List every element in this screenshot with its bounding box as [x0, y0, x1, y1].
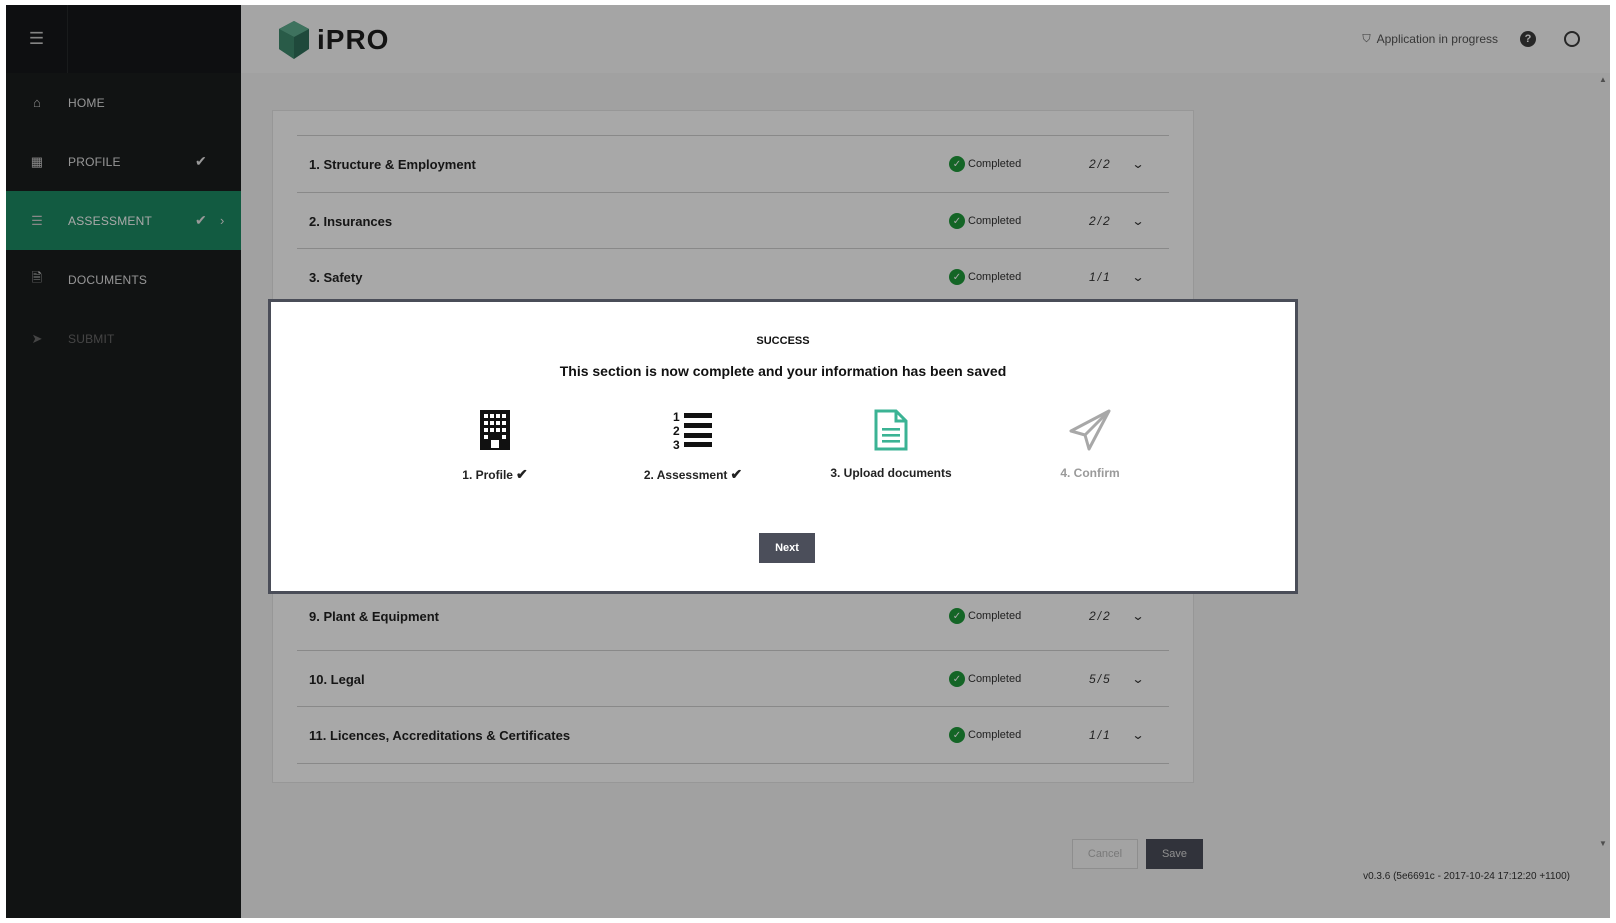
document-icon [801, 408, 981, 452]
step-label: 1. Profile ✔ [462, 466, 528, 482]
modal-title: SUCCESS [756, 335, 810, 347]
building-icon [405, 408, 585, 452]
paper-plane-icon [1000, 408, 1180, 452]
numbered-list-icon: 1 2 3 [603, 408, 783, 452]
success-modal: SUCCESS This section is now complete and… [268, 299, 1298, 594]
svg-text:2: 2 [673, 424, 680, 438]
step-label: 4. Confirm [1060, 466, 1120, 480]
modal-message: This section is now complete and your in… [559, 363, 1007, 379]
app-frame: ☰ ⌂ HOME ▦ PROFILE ✔ ☰ ASSESSMENT ✔ › 🗎 … [6, 5, 1610, 918]
step-label: 2. Assessment ✔ [643, 466, 743, 482]
check-icon: ✔ [515, 466, 528, 482]
step-label: 3. Upload documents [830, 466, 952, 480]
next-button[interactable]: Next [759, 533, 815, 563]
check-icon: ✔ [730, 466, 743, 482]
svg-text:3: 3 [673, 438, 680, 451]
step-assessment: 1 2 3 2. Assessment ✔ [603, 408, 783, 483]
svg-text:1: 1 [673, 410, 680, 424]
step-profile: 1. Profile ✔ [405, 408, 585, 483]
step-confirm: 4. Confirm [1000, 408, 1180, 480]
step-upload-documents: 3. Upload documents [801, 408, 981, 480]
